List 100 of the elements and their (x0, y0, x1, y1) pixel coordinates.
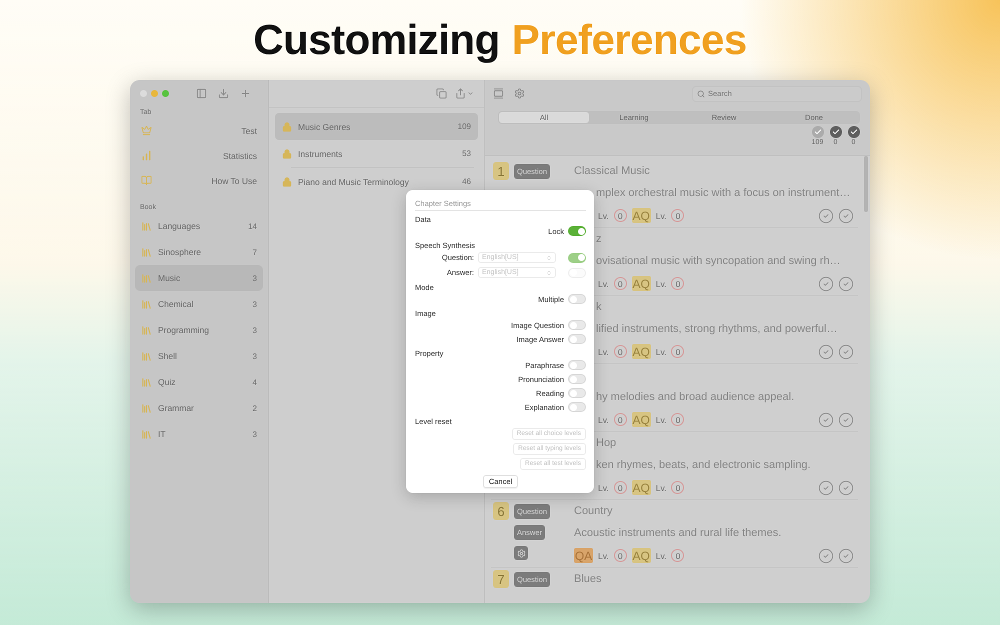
library-icon (141, 428, 152, 440)
sidebar-item[interactable]: Shell 3 (135, 343, 263, 369)
check-circle-icon[interactable] (838, 344, 854, 360)
aq-tag: AQ (632, 412, 651, 427)
headline-highlight: Preferences (512, 16, 747, 64)
aq-tag: AQ (632, 276, 651, 291)
settings-icon[interactable] (514, 88, 525, 99)
toggle-switch[interactable] (568, 388, 586, 398)
crown-icon (141, 125, 152, 136)
check-circle-icon[interactable] (818, 412, 834, 428)
level-count: 0 (614, 413, 627, 426)
level-label: Lv. (656, 482, 666, 492)
chapter-item[interactable]: Music Genres 109 (275, 113, 478, 140)
bar-chart-icon (141, 150, 152, 161)
sidebar-item[interactable]: Test (135, 118, 263, 143)
check-circle-icon[interactable] (818, 480, 834, 496)
library-icon (141, 220, 152, 232)
card-title: Classical Music (574, 165, 650, 177)
card-title: Country (574, 505, 613, 517)
toggle-switch[interactable] (568, 320, 586, 330)
card-title: Hop (596, 437, 616, 449)
card-title: z (596, 233, 602, 245)
card-answer: hy melodies and broad audience appeal. (596, 391, 794, 403)
check-circle-icon[interactable] (838, 480, 854, 496)
card-answer: ken rhymes, beats, and electronic sampling. (596, 459, 811, 471)
check-circle-icon[interactable] (818, 276, 834, 292)
level-label: Lv. (598, 550, 609, 560)
toggle-switch[interactable] (568, 374, 586, 384)
card-answer: lified instruments, strong rhythms, and powerful… (596, 323, 838, 335)
level-count: 0 (671, 549, 684, 562)
chapter-item[interactable]: Piano and Music Terminology 46 (275, 168, 478, 195)
library-icon (141, 402, 152, 414)
card-number: 7 (493, 570, 509, 588)
card-number: 6 (493, 502, 509, 520)
level-count: 0 (614, 549, 627, 562)
sidebar-item[interactable]: Quiz 4 (135, 369, 263, 395)
level-count: 0 (671, 277, 684, 290)
toggle-switch[interactable] (568, 360, 586, 370)
card-title: k (596, 301, 602, 313)
library-icon (141, 350, 152, 362)
sidebar-toggle-icon[interactable] (196, 88, 207, 98)
card-answer: Acoustic instruments and rural life themes. (574, 527, 782, 539)
card-answer: ovisational music with syncopation and swing rh… (596, 255, 841, 267)
lock-icon (282, 176, 292, 186)
level-count: 0 (671, 209, 684, 222)
check-circle-icon[interactable] (838, 412, 854, 428)
sidebar-item[interactable]: Grammar 2 (135, 395, 263, 421)
level-count: 0 (614, 481, 627, 494)
level-label: Lv. (656, 278, 666, 288)
download-icon[interactable] (218, 88, 229, 98)
sidebar-item[interactable]: IT 3 (135, 421, 263, 447)
toggle-switch[interactable] (568, 226, 586, 236)
level-label: Lv. (598, 414, 609, 424)
level-count: 0 (614, 345, 627, 358)
level-label: Lv. (598, 346, 609, 356)
sidebar-item[interactable]: Languages 14 (135, 213, 263, 239)
check-circle-icon[interactable] (838, 548, 854, 564)
toggle-switch[interactable] (568, 294, 586, 304)
library-icon (141, 246, 152, 258)
lock-icon (282, 122, 292, 132)
check-circle-icon[interactable] (818, 344, 834, 360)
library-icon (141, 376, 152, 388)
sidebar-item[interactable]: Chemical 3 (135, 291, 263, 317)
add-icon[interactable] (240, 88, 251, 98)
book-icon (141, 175, 152, 186)
level-label: Lv. (656, 550, 666, 560)
check-circle-icon[interactable] (818, 208, 834, 224)
search-icon (697, 90, 705, 98)
card-number: 1 (493, 162, 509, 180)
lock-icon (282, 148, 292, 158)
toggle-switch[interactable] (568, 402, 586, 412)
check-circle-icon[interactable] (838, 276, 854, 292)
library-icon (141, 324, 152, 336)
sidebar-item[interactable]: Music 3 (135, 265, 263, 291)
stack-icon[interactable] (436, 88, 447, 99)
share-icon[interactable] (455, 88, 466, 99)
headline-text: Customizing (253, 16, 500, 64)
minimize-dot[interactable] (151, 90, 158, 96)
level-count: 0 (614, 277, 627, 290)
chapter-item[interactable]: Instruments 53 (275, 140, 478, 167)
chevron-down-icon[interactable] (467, 90, 474, 97)
library-icon (141, 298, 152, 310)
level-label: Lv. (656, 414, 666, 424)
sidebar-item[interactable]: How To Use (135, 168, 263, 193)
aq-tag: AQ (632, 548, 651, 563)
sidebar-item[interactable]: Statistics (135, 143, 263, 168)
gear-button[interactable] (514, 546, 528, 560)
toggle-switch[interactable] (568, 334, 586, 344)
check-circle-icon[interactable] (818, 548, 834, 564)
check-circle-icon[interactable] (838, 208, 854, 224)
card-title: Blues (574, 573, 602, 585)
aq-tag: AQ (632, 480, 651, 495)
cards-icon[interactable] (493, 88, 504, 99)
level-label: Lv. (598, 278, 609, 288)
level-label: Lv. (598, 482, 609, 492)
aq-tag: AQ (632, 208, 651, 223)
aq-tag: AQ (632, 344, 651, 359)
zoom-dot[interactable] (162, 90, 169, 96)
sidebar-item[interactable]: Sinosphere 7 (135, 239, 263, 265)
sidebar-item[interactable]: Programming 3 (135, 317, 263, 343)
